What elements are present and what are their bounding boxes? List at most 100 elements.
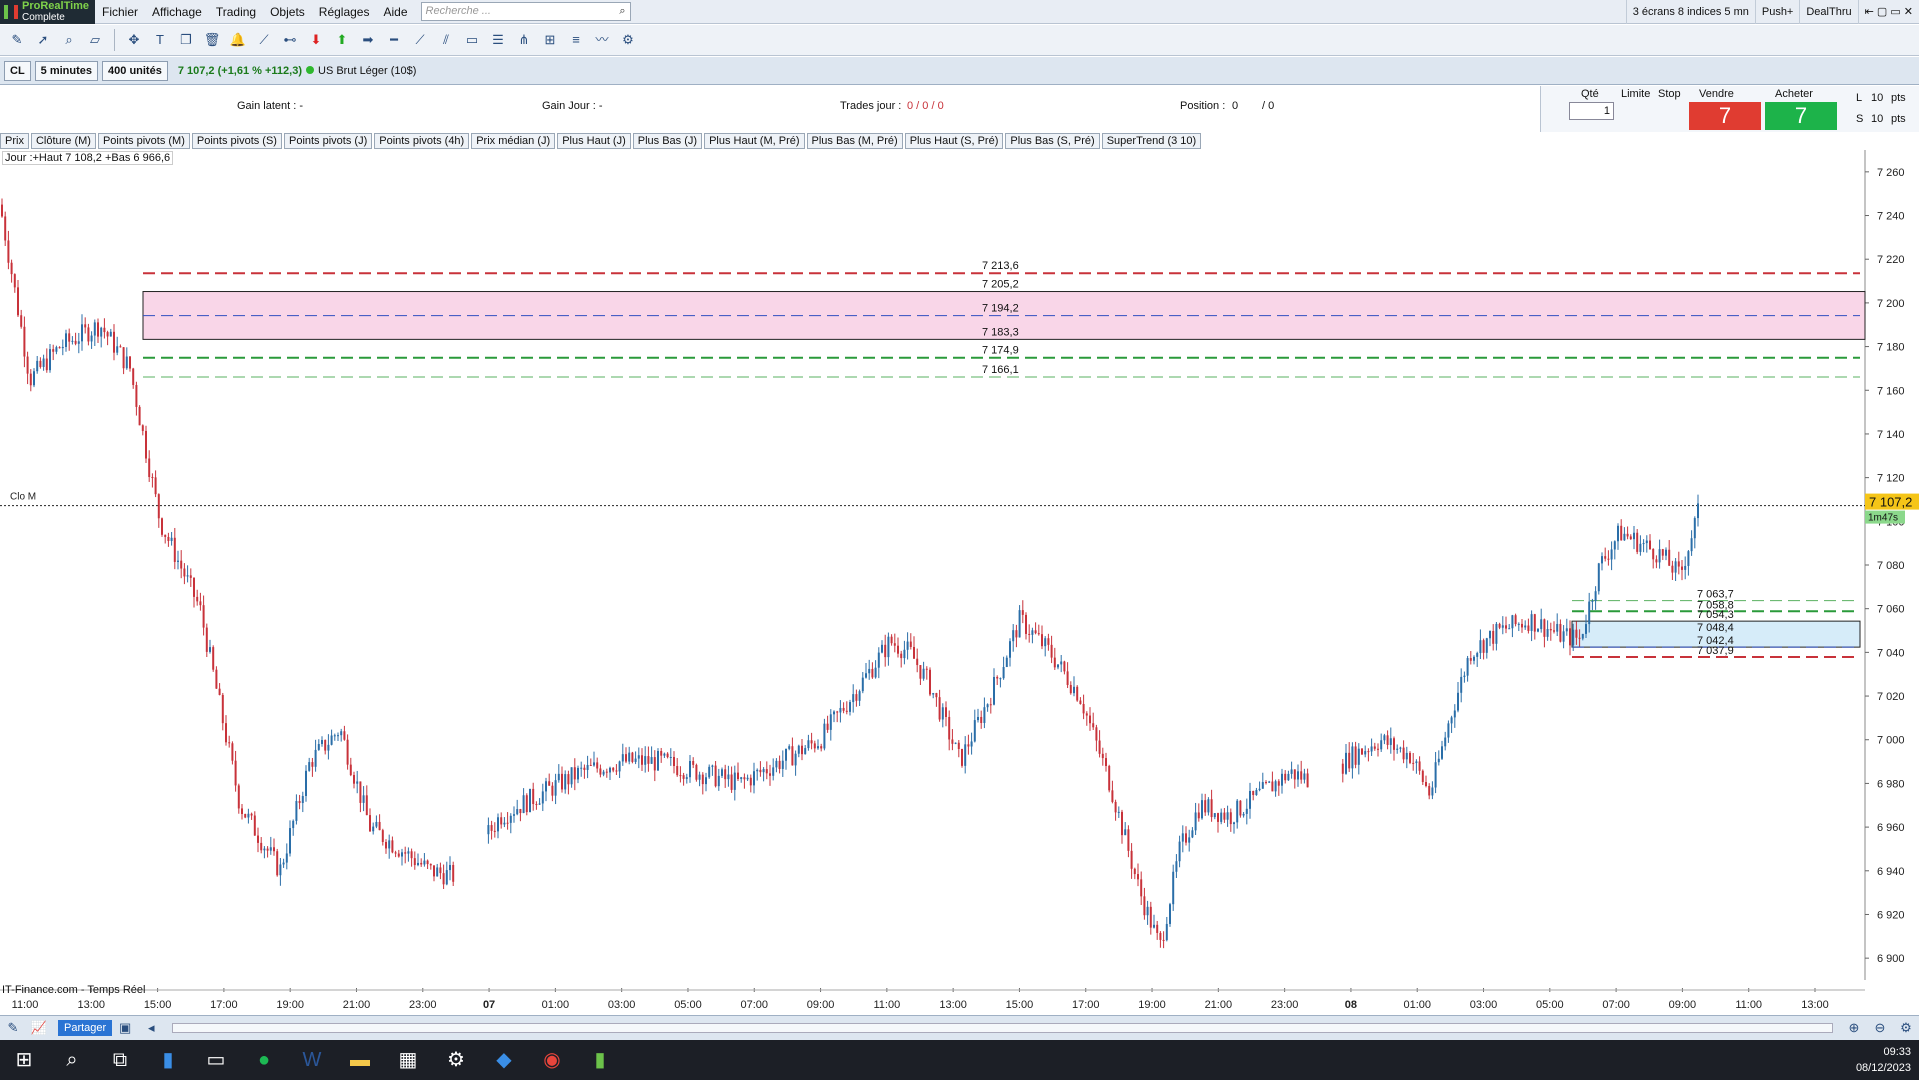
x-tick-label: 23:00 <box>409 999 437 1011</box>
trend-line-icon[interactable]: ⟋ <box>410 30 430 50</box>
search-icon[interactable]: ⌕ <box>619 5 625 18</box>
explorer-icon[interactable]: ▬ <box>336 1040 384 1080</box>
indicator-12[interactable]: Plus Bas (S, Pré) <box>1005 133 1100 149</box>
candle-body <box>154 477 157 495</box>
arrow-down-icon[interactable]: ⬇ <box>306 30 326 50</box>
candle-body <box>410 851 413 859</box>
price-chart[interactable]: 7 260 7 240 7 220 7 200 7 180 7 160 7 140 7 120… <box>0 150 1919 1015</box>
candle-body <box>506 822 509 824</box>
candle-body <box>881 644 883 653</box>
word-icon[interactable]: W <box>288 1040 336 1080</box>
menu-aide[interactable]: Aide <box>376 0 414 24</box>
candle-body <box>375 821 378 827</box>
s-checkbox[interactable]: S <box>1856 113 1863 125</box>
chrome-icon[interactable]: ◉ <box>528 1040 576 1080</box>
indicator-9[interactable]: Plus Haut (M, Pré) <box>704 133 805 149</box>
dealthru-button[interactable]: DealThru <box>1799 0 1857 24</box>
units-selector[interactable]: 400 unités <box>102 60 168 81</box>
horizontal-scrollbar[interactable] <box>172 1023 1833 1033</box>
scroll-left-icon[interactable]: ◂ <box>141 1018 161 1038</box>
menu-fichier[interactable]: Fichier <box>95 0 145 24</box>
segment-icon[interactable]: ⊷ <box>280 30 300 50</box>
text-icon[interactable]: T <box>150 30 170 50</box>
screens-selector[interactable]: 3 écrans 8 indices 5 mn <box>1625 0 1755 24</box>
x-tick-label: 09:00 <box>1669 999 1697 1011</box>
sell-button[interactable]: 7 105,8 <box>1689 102 1761 156</box>
arrow-up-icon[interactable]: ⬆ <box>332 30 352 50</box>
pitchfork-icon[interactable]: ⋔ <box>514 30 534 50</box>
candle-body <box>810 740 813 744</box>
indicator-7[interactable]: Plus Haut (J) <box>557 133 631 149</box>
indicator-1[interactable]: Clôture (M) <box>30 133 96 149</box>
l-pts-value[interactable]: 10 <box>1871 92 1883 104</box>
search-input[interactable]: Recherche ... ⌕ <box>420 2 631 21</box>
candle-body <box>570 767 573 785</box>
quantity-input[interactable]: 1 <box>1569 102 1614 120</box>
indicator-6[interactable]: Prix médian (J) <box>471 133 556 149</box>
cursor-icon[interactable]: ➚ <box>33 30 53 50</box>
s-pts-value[interactable]: 10 <box>1871 113 1883 125</box>
ruler-icon[interactable]: ▱ <box>85 30 105 50</box>
menu-reglages[interactable]: Réglages <box>312 0 377 24</box>
candle-body <box>420 862 423 865</box>
crosshair-icon[interactable]: ✥ <box>124 30 144 50</box>
indicator-4[interactable]: Points pivots (J) <box>283 133 373 149</box>
indicator-2[interactable]: Points pivots (M) <box>97 133 190 149</box>
copy-icon[interactable]: ❐ <box>176 30 196 50</box>
zoom-out-icon[interactable]: ⊖ <box>1870 1018 1890 1038</box>
screen-icon[interactable]: ▣ <box>115 1018 135 1038</box>
candle-body <box>109 331 112 337</box>
indicator-3[interactable]: Points pivots (S) <box>191 133 282 149</box>
limite-label[interactable]: Limite <box>1621 88 1650 100</box>
indicator-8[interactable]: Plus Bas (J) <box>632 133 703 149</box>
menu-affichage[interactable]: Affichage <box>145 0 209 24</box>
windows-start-icon[interactable]: ⊞ <box>0 1040 48 1080</box>
window-controls-icon[interactable]: ⇤ ▢ ▭ ✕ <box>1857 0 1919 24</box>
period-selector[interactable]: 5 minutes <box>34 60 99 81</box>
menu-objets[interactable]: Objets <box>263 0 312 24</box>
buy-button[interactable]: 7 108,6 <box>1765 102 1837 156</box>
stop-label[interactable]: Stop <box>1658 88 1681 100</box>
trash-icon[interactable]: 🗑 <box>202 30 222 50</box>
candle-body <box>1441 746 1443 759</box>
horizontal-line-icon[interactable]: ━ <box>384 30 404 50</box>
candle-body <box>113 331 115 353</box>
settings-icon[interactable]: ⚙ <box>1896 1018 1916 1038</box>
task-view-icon[interactable]: ⧉ <box>96 1040 144 1080</box>
calculator-icon[interactable]: ▦ <box>384 1040 432 1080</box>
indicator-13[interactable]: SuperTrend (3 10) <box>1101 133 1202 149</box>
push-button[interactable]: Push+ <box>1754 0 1800 24</box>
rectangle-icon[interactable]: ▭ <box>462 30 482 50</box>
settings-icon[interactable]: ⚙ <box>618 30 638 50</box>
channel-icon[interactable]: ⫽ <box>436 30 456 50</box>
levels-icon[interactable]: ≡ <box>566 30 586 50</box>
zoom-icon[interactable]: ⌕ <box>59 30 79 50</box>
indicator-5[interactable]: Points pivots (4h) <box>374 133 470 149</box>
l-checkbox[interactable]: L <box>1856 92 1862 104</box>
prorealtime-icon[interactable]: ▮ <box>576 1040 624 1080</box>
bell-icon[interactable]: 🔔 <box>228 30 248 50</box>
chart-type-icon[interactable]: 📈 <box>29 1018 49 1038</box>
symbol-selector[interactable]: CL <box>4 60 31 81</box>
pencil-icon[interactable]: ✎ <box>3 1018 23 1038</box>
wave-icon[interactable]: 〰 <box>592 30 612 50</box>
menu-trading[interactable]: Trading <box>209 0 263 24</box>
indicator-0[interactable]: Prix <box>0 133 29 149</box>
candle-body <box>276 851 279 876</box>
fibonacci-icon[interactable]: ☰ <box>488 30 508 50</box>
share-button[interactable]: Partager <box>58 1020 113 1036</box>
settings-icon[interactable]: ⚙ <box>432 1040 480 1080</box>
app-icon[interactable]: ▮ <box>144 1040 192 1080</box>
indicator-11[interactable]: Plus Haut (S, Pré) <box>904 133 1004 149</box>
line-icon[interactable]: ⟋ <box>254 30 274 50</box>
folder-icon[interactable]: ▭ <box>192 1040 240 1080</box>
grid-icon[interactable]: ⊞ <box>540 30 560 50</box>
y-tick-label: 7 060 <box>1877 604 1905 616</box>
pencil-icon[interactable]: ✎ <box>7 30 27 50</box>
search-icon[interactable]: ⌕ <box>48 1040 96 1080</box>
indicator-10[interactable]: Plus Bas (M, Pré) <box>806 133 903 149</box>
zoom-in-icon[interactable]: ⊕ <box>1844 1018 1864 1038</box>
spotify-icon[interactable]: ● <box>240 1040 288 1080</box>
arrow-right-icon[interactable]: ➡ <box>358 30 378 50</box>
remote-icon[interactable]: ◆ <box>480 1040 528 1080</box>
